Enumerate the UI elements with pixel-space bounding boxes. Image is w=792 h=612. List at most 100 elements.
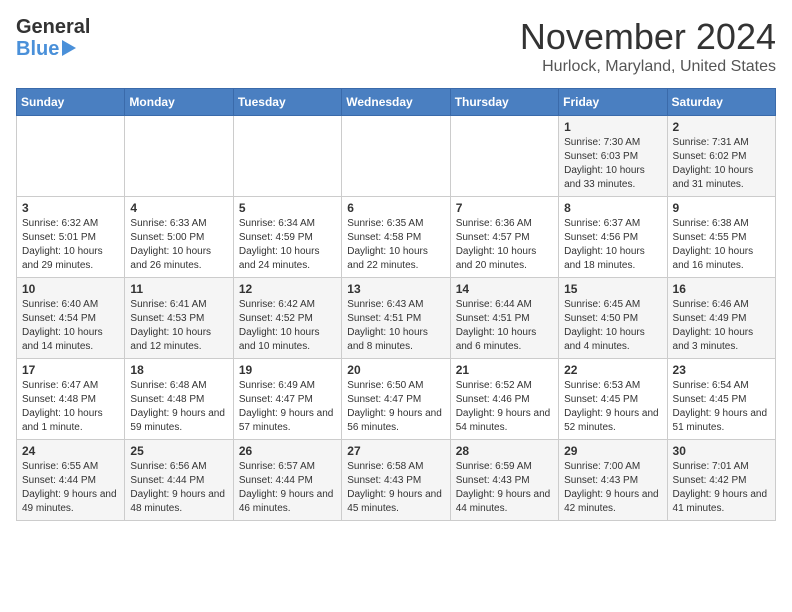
- page-title: November 2024: [520, 16, 776, 58]
- weekday-header: Sunday: [17, 89, 125, 116]
- day-info: Sunrise: 6:49 AMSunset: 4:47 PMDaylight:…: [239, 379, 336, 435]
- day-number: 23: [673, 363, 770, 377]
- calendar-cell: 2Sunrise: 7:31 AMSunset: 6:02 PMDaylight…: [667, 116, 775, 197]
- weekday-header: Wednesday: [342, 89, 450, 116]
- day-number: 27: [347, 444, 444, 458]
- logo: General Blue: [16, 16, 90, 60]
- day-number: 13: [347, 282, 444, 296]
- calendar-cell: 25 Sunrise: 6:56 AMSunset: 4:44 PMDayligh…: [125, 440, 233, 521]
- day-info: Sunrise: 6:40 AMSunset: 4:54 PMDaylight:…: [22, 298, 119, 354]
- day-number: 20: [347, 363, 444, 377]
- day-info: Sunrise: 6:32 AMSunset: 5:01 PMDaylight:…: [22, 217, 119, 273]
- day-info: Sunrise: 6:43 AMSunset: 4:51 PMDaylight:…: [347, 298, 444, 354]
- day-info: Sunrise: 6:37 AMSunset: 4:56 PMDaylight:…: [564, 217, 661, 273]
- day-info: Sunrise: 6:34 AMSunset: 4:59 PMDaylight:…: [239, 217, 336, 273]
- calendar-cell: [233, 116, 341, 197]
- calendar-cell: [450, 116, 558, 197]
- day-number: 1: [564, 120, 661, 134]
- calendar-week-row: 17Sunrise: 6:47 AMSunset: 4:48 PMDayligh…: [17, 359, 776, 440]
- calendar-cell: 24 Sunrise: 6:55 AMSunset: 4:44 PMDayligh…: [17, 440, 125, 521]
- page-subtitle: Hurlock, Maryland, United States: [520, 58, 776, 76]
- day-info: Sunrise: 6:35 AMSunset: 4:58 PMDaylight:…: [347, 217, 444, 273]
- weekday-header: Monday: [125, 89, 233, 116]
- calendar-cell: 14 Sunrise: 6:44 AMSunset: 4:51 PMDayligh…: [450, 278, 558, 359]
- day-number: 26: [239, 444, 336, 458]
- calendar-cell: 28Sunrise: 6:59 AMSunset: 4:43 PMDayligh…: [450, 440, 558, 521]
- day-number: 10: [22, 282, 119, 296]
- day-info: Sunrise: 6:41 AMSunset: 4:53 PMDaylight:…: [130, 298, 227, 354]
- day-number: 24: [22, 444, 119, 458]
- calendar-cell: 21Sunrise: 6:52 AMSunset: 4:46 PMDayligh…: [450, 359, 558, 440]
- day-number: 11: [130, 282, 227, 296]
- day-number: 8: [564, 201, 661, 215]
- day-info: Sunrise: 6:48 AMSunset: 4:48 PMDaylight:…: [130, 379, 227, 435]
- calendar-cell: [125, 116, 233, 197]
- calendar-cell: 29 Sunrise: 7:00 AMSunset: 4:43 PMDayligh…: [559, 440, 667, 521]
- logo-blue: Blue: [16, 38, 59, 60]
- day-info: Sunrise: 6:56 AMSunset: 4:44 PMDaylight:…: [130, 460, 227, 516]
- day-info: Sunrise: 6:38 AMSunset: 4:55 PMDaylight:…: [673, 217, 770, 273]
- calendar-cell: 5 Sunrise: 6:34 AMSunset: 4:59 PMDaylight…: [233, 197, 341, 278]
- calendar-cell: 18 Sunrise: 6:48 AMSunset: 4:48 PMDayligh…: [125, 359, 233, 440]
- day-info: Sunrise: 6:57 AMSunset: 4:44 PMDaylight:…: [239, 460, 336, 516]
- day-number: 3: [22, 201, 119, 215]
- calendar-cell: 3 Sunrise: 6:32 AMSunset: 5:01 PMDaylight…: [17, 197, 125, 278]
- calendar-header: SundayMondayTuesdayWednesdayThursdayFrid…: [17, 89, 776, 116]
- day-info: Sunrise: 7:00 AMSunset: 4:43 PMDaylight:…: [564, 460, 661, 516]
- calendar-cell: 23 Sunrise: 6:54 AMSunset: 4:45 PMDayligh…: [667, 359, 775, 440]
- day-info: Sunrise: 6:55 AMSunset: 4:44 PMDaylight:…: [22, 460, 119, 516]
- calendar-week-row: 10 Sunrise: 6:40 AMSunset: 4:54 PMDayligh…: [17, 278, 776, 359]
- calendar-cell: 15 Sunrise: 6:45 AMSunset: 4:50 PMDayligh…: [559, 278, 667, 359]
- calendar-cell: 9 Sunrise: 6:38 AMSunset: 4:55 PMDaylight…: [667, 197, 775, 278]
- day-number: 4: [130, 201, 227, 215]
- day-number: 19: [239, 363, 336, 377]
- calendar-cell: 11 Sunrise: 6:41 AMSunset: 4:53 PMDayligh…: [125, 278, 233, 359]
- day-number: 18: [130, 363, 227, 377]
- day-number: 12: [239, 282, 336, 296]
- calendar-cell: [342, 116, 450, 197]
- day-info: Sunrise: 6:42 AMSunset: 4:52 PMDaylight:…: [239, 298, 336, 354]
- day-number: 9: [673, 201, 770, 215]
- day-info: Sunrise: 6:58 AMSunset: 4:43 PMDaylight:…: [347, 460, 444, 516]
- title-block: November 2024 Hurlock, Maryland, United …: [520, 16, 776, 76]
- day-info: Sunrise: 6:59 AMSunset: 4:43 PMDaylight:…: [456, 460, 553, 516]
- page-header: General Blue November 2024 Hurlock, Mary…: [16, 16, 776, 76]
- day-number: 17: [22, 363, 119, 377]
- day-number: 15: [564, 282, 661, 296]
- day-info: Sunrise: 6:46 AMSunset: 4:49 PMDaylight:…: [673, 298, 770, 354]
- calendar-cell: 1 Sunrise: 7:30 AMSunset: 6:03 PMDaylight…: [559, 116, 667, 197]
- calendar-week-row: 3 Sunrise: 6:32 AMSunset: 5:01 PMDaylight…: [17, 197, 776, 278]
- calendar-week-row: 1 Sunrise: 7:30 AMSunset: 6:03 PMDaylight…: [17, 116, 776, 197]
- calendar-cell: 8 Sunrise: 6:37 AMSunset: 4:56 PMDaylight…: [559, 197, 667, 278]
- day-number: 5: [239, 201, 336, 215]
- weekday-header: Friday: [559, 89, 667, 116]
- calendar-cell: 6 Sunrise: 6:35 AMSunset: 4:58 PMDaylight…: [342, 197, 450, 278]
- calendar-cell: 7Sunrise: 6:36 AMSunset: 4:57 PMDaylight…: [450, 197, 558, 278]
- day-number: 16: [673, 282, 770, 296]
- calendar-week-row: 24 Sunrise: 6:55 AMSunset: 4:44 PMDayligh…: [17, 440, 776, 521]
- day-info: Sunrise: 6:54 AMSunset: 4:45 PMDaylight:…: [673, 379, 770, 435]
- weekday-header: Tuesday: [233, 89, 341, 116]
- day-info: Sunrise: 7:30 AMSunset: 6:03 PMDaylight:…: [564, 136, 661, 192]
- logo-triangle-icon: [62, 40, 76, 56]
- day-info: Sunrise: 7:01 AMSunset: 4:42 PMDaylight:…: [673, 460, 770, 516]
- day-number: 29: [564, 444, 661, 458]
- day-number: 25: [130, 444, 227, 458]
- day-number: 6: [347, 201, 444, 215]
- day-info: Sunrise: 7:31 AMSunset: 6:02 PMDaylight:…: [673, 136, 770, 192]
- calendar-cell: 26 Sunrise: 6:57 AMSunset: 4:44 PMDayligh…: [233, 440, 341, 521]
- calendar-cell: 30 Sunrise: 7:01 AMSunset: 4:42 PMDayligh…: [667, 440, 775, 521]
- day-number: 7: [456, 201, 553, 215]
- day-info: Sunrise: 6:50 AMSunset: 4:47 PMDaylight:…: [347, 379, 444, 435]
- day-number: 14: [456, 282, 553, 296]
- calendar-cell: 20 Sunrise: 6:50 AMSunset: 4:47 PMDayligh…: [342, 359, 450, 440]
- day-info: Sunrise: 6:53 AMSunset: 4:45 PMDaylight:…: [564, 379, 661, 435]
- calendar-cell: [17, 116, 125, 197]
- day-number: 22: [564, 363, 661, 377]
- day-info: Sunrise: 6:44 AMSunset: 4:51 PMDaylight:…: [456, 298, 553, 354]
- day-number: 30: [673, 444, 770, 458]
- calendar-cell: 17Sunrise: 6:47 AMSunset: 4:48 PMDayligh…: [17, 359, 125, 440]
- calendar-cell: 10 Sunrise: 6:40 AMSunset: 4:54 PMDayligh…: [17, 278, 125, 359]
- logo-general: General: [16, 16, 90, 38]
- day-info: Sunrise: 6:45 AMSunset: 4:50 PMDaylight:…: [564, 298, 661, 354]
